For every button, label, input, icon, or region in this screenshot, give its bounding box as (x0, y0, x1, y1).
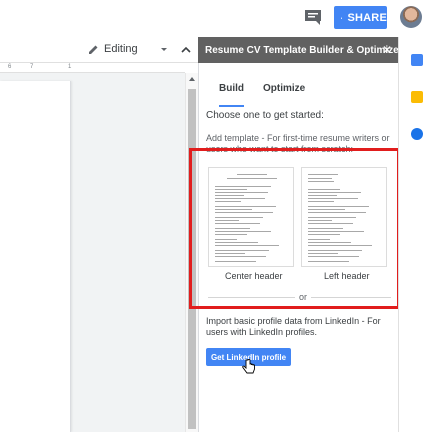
app-window: SHARE Editing 6 7 1 Resume CV Template B… (0, 0, 432, 432)
scroll-up-icon[interactable] (189, 77, 195, 81)
close-icon[interactable]: ✕ (382, 43, 392, 57)
avatar[interactable] (400, 6, 422, 28)
share-label: SHARE (347, 11, 387, 24)
share-button[interactable]: SHARE (334, 6, 387, 29)
sidebar-tabs: Build Optimize (219, 83, 305, 107)
comment-icon[interactable] (304, 9, 322, 25)
ruler-tick: 1 (68, 64, 72, 70)
document-page[interactable] (0, 81, 71, 432)
hand-cursor-icon (242, 359, 255, 374)
keep-icon[interactable] (411, 91, 423, 103)
tab-build[interactable]: Build (219, 83, 244, 107)
doc-toolbar: Editing (0, 37, 198, 63)
top-bar: SHARE (0, 0, 432, 37)
import-linkedin-text: Import basic profile data from LinkedIn … (206, 316, 381, 337)
pencil-icon (89, 45, 98, 54)
ruler-tick: 7 (30, 64, 34, 70)
lock-icon (341, 16, 343, 19)
ruler: 6 7 1 (0, 63, 185, 73)
mode-selector[interactable]: Editing (88, 43, 138, 55)
mode-label: Editing (104, 43, 138, 55)
side-rail (398, 37, 432, 432)
sidebar-header: Resume CV Template Builder & Optimizer ✕ (198, 37, 403, 63)
sidebar-title: Resume CV Template Builder & Optimizer (205, 45, 403, 56)
calendar-icon[interactable] (411, 54, 423, 66)
tab-optimize[interactable]: Optimize (263, 83, 305, 101)
chevron-down-icon[interactable] (161, 48, 167, 51)
ruler-tick: 6 (8, 64, 12, 70)
tasks-icon[interactable] (411, 128, 423, 140)
highlight-box (189, 148, 400, 309)
choose-prompt: Choose one to get started: (206, 110, 324, 121)
chevron-up-icon[interactable] (180, 44, 192, 56)
